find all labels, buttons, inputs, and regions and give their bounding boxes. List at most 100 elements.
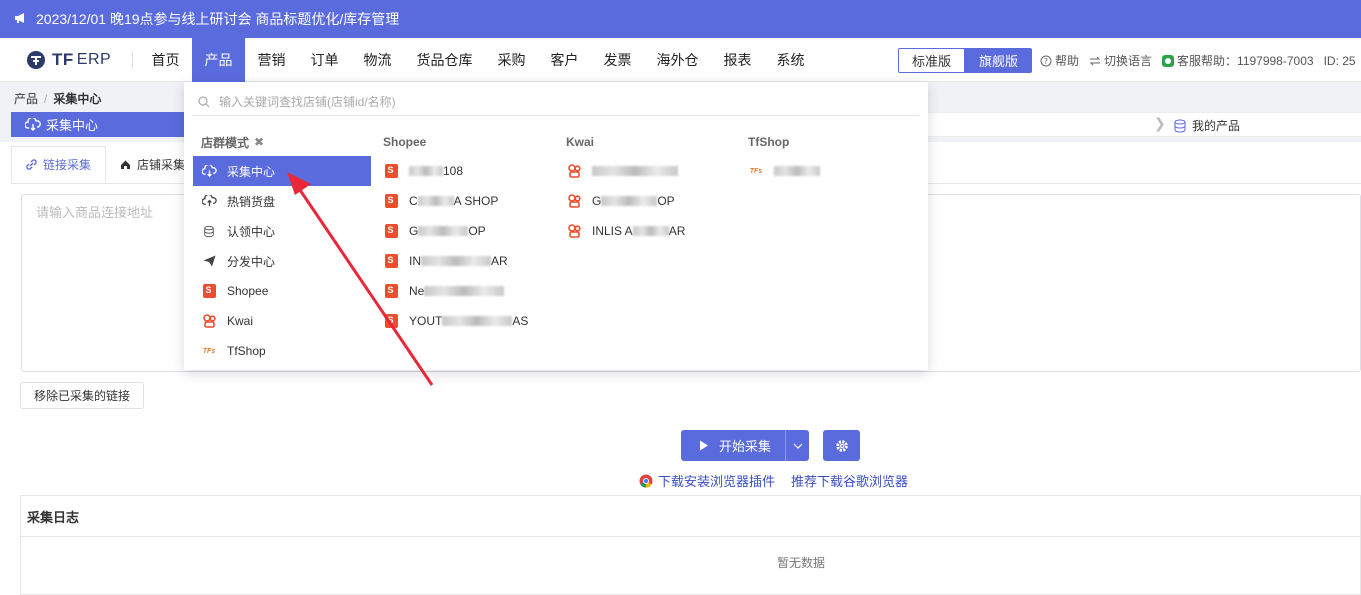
menu-item-tfshop[interactable]: TFs TfShop (193, 336, 371, 366)
tab-link-collect[interactable]: 链接采集 (11, 146, 107, 183)
gear-icon (835, 439, 848, 452)
play-icon (700, 440, 708, 451)
menu-purchase[interactable]: 采购 (485, 38, 538, 82)
menu-marketing[interactable]: 营销 (245, 38, 298, 82)
edition-standard-button[interactable]: 标准版 (898, 48, 966, 73)
column-title-tfshop: TfShop (748, 135, 790, 149)
menu-item-label: 认领中心 (227, 224, 276, 239)
collect-log-panel: 采集日志 暂无数据 (20, 495, 1361, 595)
collect-log-title: 采集日志 (21, 496, 1360, 537)
menu-product[interactable]: 产品 (192, 37, 245, 82)
language-switch[interactable]: 切换语言 (1089, 52, 1152, 69)
send-icon (201, 253, 217, 269)
store-search-placeholder: 输入关键词查找店铺(店铺id/名称) (219, 95, 396, 109)
shopee-icon (383, 253, 399, 269)
store-item[interactable]: C A SHOP (383, 186, 553, 216)
kwai-icon (566, 193, 582, 209)
store-search-input[interactable]: 输入关键词查找店铺(店铺id/名称) (192, 88, 919, 116)
menu-item-collect-center[interactable]: 采集中心 (193, 156, 371, 186)
home-icon (121, 160, 131, 169)
menu-item-kwai[interactable]: Kwai (193, 306, 371, 336)
redacted-text (424, 286, 505, 296)
cloud-upload-icon (201, 193, 217, 209)
store-item[interactable]: INLIS A AR (566, 216, 736, 246)
tf-logo-icon (27, 50, 45, 69)
download-links: 下载安装浏览器插件 推荐下载谷歌浏览器 (639, 471, 924, 490)
announcement-bar[interactable]: 2023/12/01 晚19点参与线上研讨会 商品标题优化/库存管理 (0, 0, 1361, 38)
menu-item-claim-center[interactable]: 认领中心 (193, 216, 371, 246)
store-item[interactable]: YOUT AS (383, 306, 553, 336)
store-name-start: Ne (409, 284, 425, 298)
menu-logistics[interactable]: 物流 (351, 38, 404, 82)
breadcrumb-parent[interactable]: 产品 (14, 92, 38, 106)
menu-item-distribute-center[interactable]: 分发中心 (193, 246, 371, 276)
breadcrumb: 产品 / 采集中心 (14, 90, 101, 107)
menu-item-shopee[interactable]: Shopee (193, 276, 371, 306)
store-name-end: A SHOP (453, 194, 499, 208)
cloud-download-icon (25, 118, 41, 131)
link-icon (26, 158, 37, 170)
shopee-icon (383, 163, 399, 179)
menu-column-kwai: Kwai G OP INLIS A AR (566, 132, 736, 246)
store-item[interactable]: 108 (383, 156, 553, 186)
store-item[interactable] (566, 156, 736, 186)
menu-system[interactable]: 系统 (764, 38, 817, 82)
store-item[interactable]: TFs (748, 156, 918, 186)
shopee-icon (383, 283, 399, 299)
tab-store-collect-label: 店铺采集 (137, 158, 186, 172)
menu-overseas-warehouse[interactable]: 海外仓 (644, 38, 711, 82)
announcement-text: 2023/12/01 晚19点参与线上研讨会 商品标题优化/库存管理 (36, 11, 400, 27)
menu-orders[interactable]: 订单 (298, 38, 351, 82)
brand-suffix: ERP (76, 50, 112, 68)
start-collect-label: 开始采集 (719, 439, 772, 454)
redacted-text (774, 166, 820, 176)
store-item[interactable]: IN AR (383, 246, 553, 276)
help-link[interactable]: ? 帮助 (1040, 52, 1079, 69)
shopee-icon (201, 283, 217, 299)
menu-column-tfshop: TfShop TFs (748, 132, 918, 186)
brand-logo[interactable]: TF ERP (0, 38, 132, 82)
edition-switch: 标准版 旗舰版 (898, 48, 1033, 73)
menu-customers[interactable]: 客户 (538, 38, 591, 82)
search-icon (198, 95, 210, 107)
service-label: 客服帮助：1197998-7003 (1177, 54, 1314, 68)
settings-button[interactable] (823, 430, 860, 461)
menu-warehouse[interactable]: 货品仓库 (404, 38, 485, 82)
language-label: 切换语言 (1104, 54, 1153, 68)
menu-home[interactable]: 首页 (139, 38, 192, 82)
tfshop-icon: TFs (202, 347, 216, 355)
page-tab-strip: ❯ 我的产品 (928, 112, 1361, 137)
download-plugin-link[interactable]: 下载安装浏览器插件 (658, 471, 775, 490)
database-icon (1174, 119, 1186, 133)
shopee-icon (383, 223, 399, 239)
store-item[interactable]: Ne (383, 276, 553, 306)
close-icon[interactable]: ✖ (254, 135, 264, 149)
header-tools: ? 帮助 切换语言 客服帮助：1197998-7003 ID: 25 (1040, 52, 1361, 69)
menu-item-label: Kwai (227, 314, 254, 328)
kwai-icon (566, 163, 582, 179)
menu-reports[interactable]: 报表 (711, 38, 764, 82)
shopee-icon (383, 193, 399, 209)
menu-invoice[interactable]: 发票 (591, 38, 644, 82)
tab-my-products[interactable]: 我的产品 (1173, 117, 1240, 134)
edition-flagship-button[interactable]: 旗舰版 (965, 48, 1033, 73)
store-name-end: AR (668, 224, 686, 238)
main-menu: 首页 产品 营销 订单 物流 货品仓库 采购 客户 发票 海外仓 报表 系统 (139, 37, 817, 82)
page-tab-active[interactable]: 采集中心 (11, 112, 186, 137)
start-collect-button[interactable]: 开始采集 (681, 430, 786, 461)
menu-item-label: Shopee (227, 284, 269, 298)
download-chrome-link[interactable]: 推荐下载谷歌浏览器 (791, 471, 908, 490)
chevron-down-icon (793, 443, 802, 449)
menu-item-hot-products[interactable]: 热销货盘 (193, 186, 371, 216)
start-collect-dropdown[interactable] (785, 430, 810, 461)
store-item[interactable]: G OP (566, 186, 736, 216)
store-name-end: 108 (443, 164, 464, 178)
store-item[interactable]: G OP (383, 216, 553, 246)
kwai-icon (201, 313, 217, 329)
start-collect-group: 开始采集 (681, 430, 810, 461)
customer-service[interactable]: 客服帮助：1197998-7003 (1162, 52, 1314, 69)
shopee-icon (383, 313, 399, 329)
help-label: 帮助 (1055, 54, 1080, 68)
svg-text:?: ? (1044, 57, 1048, 66)
remove-collected-links-button[interactable]: 移除已采集的链接 (20, 382, 145, 409)
